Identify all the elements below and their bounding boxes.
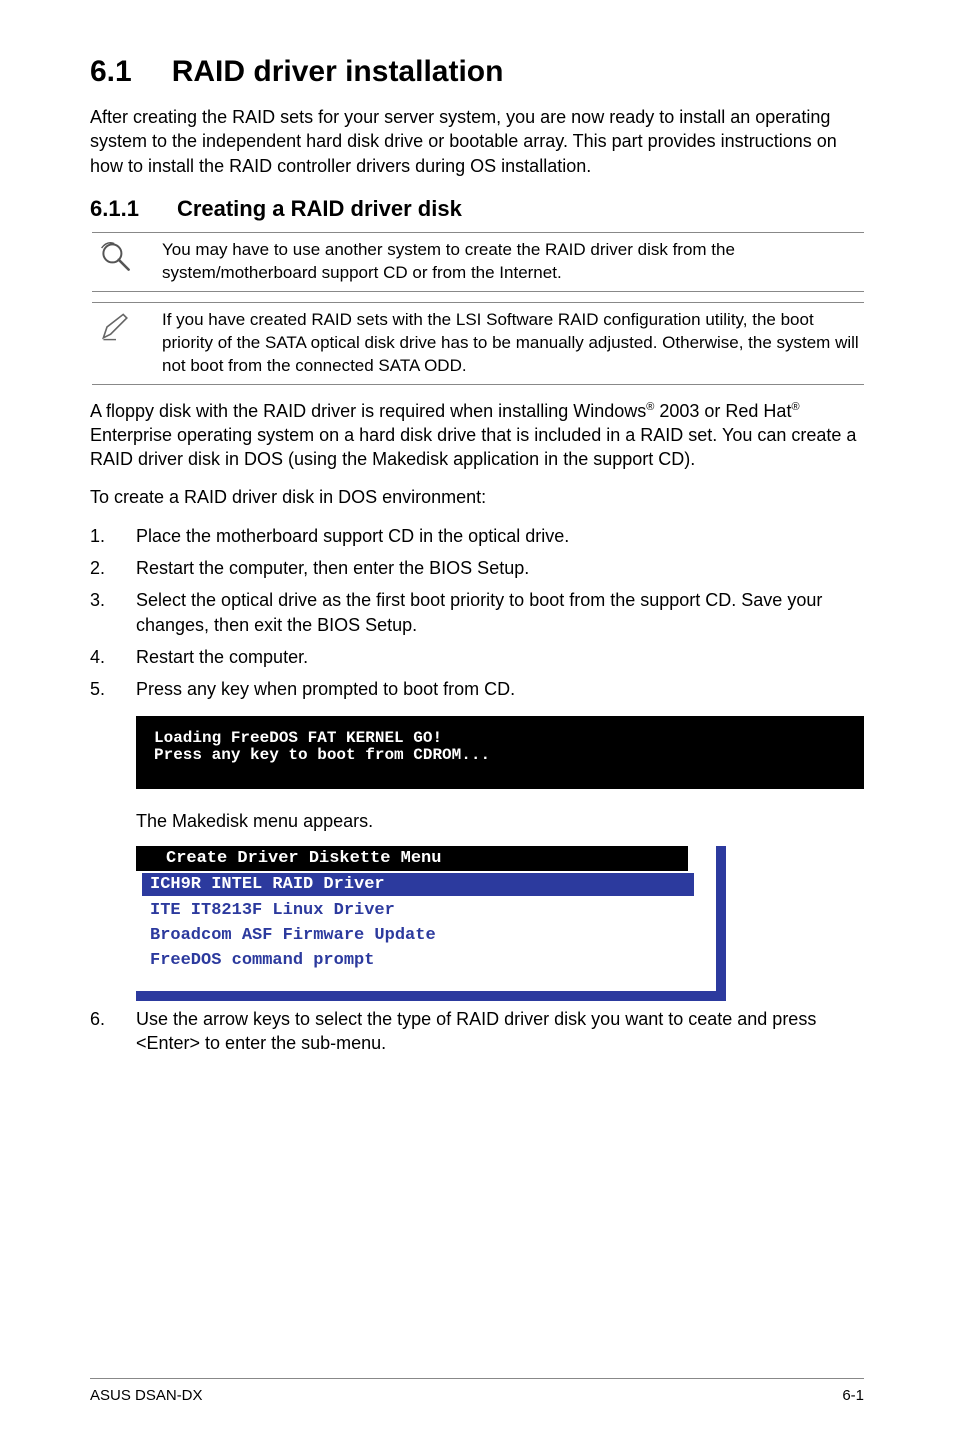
subsection-title: Creating a RAID driver disk bbox=[177, 196, 462, 221]
pen-icon bbox=[92, 309, 162, 350]
list-item: Use the arrow keys to select the type of… bbox=[90, 1007, 864, 1056]
magnifier-icon bbox=[92, 239, 162, 280]
note-box-info: You may have to use another system to cr… bbox=[92, 232, 864, 292]
note-text: You may have to use another system to cr… bbox=[162, 239, 864, 285]
steps-list: Place the motherboard support CD in the … bbox=[90, 524, 864, 702]
menu-item[interactable]: ITE IT8213F Linux Driver bbox=[142, 898, 710, 923]
list-item: Select the optical drive as the first bo… bbox=[90, 588, 864, 637]
subsection-number: 6.1.1 bbox=[90, 196, 139, 222]
section-number: 6.1 bbox=[90, 55, 132, 89]
section-title: RAID driver installation bbox=[172, 55, 504, 88]
terminal-line: Press any key to boot from CDROM... bbox=[154, 747, 846, 765]
note-text: If you have created RAID sets with the L… bbox=[162, 309, 864, 378]
list-item: Restart the computer. bbox=[90, 645, 864, 669]
list-item: Restart the computer, then enter the BIO… bbox=[90, 556, 864, 580]
subsection-heading: 6.1.1 Creating a RAID driver disk bbox=[90, 196, 864, 222]
body-paragraph-lead: To create a RAID driver disk in DOS envi… bbox=[90, 485, 864, 509]
menu-item-selected[interactable]: ICH9R INTEL RAID Driver bbox=[142, 873, 694, 896]
followup-text: The Makedisk menu appears. bbox=[136, 811, 864, 832]
menu-item[interactable]: FreeDOS command prompt bbox=[142, 948, 710, 973]
page-heading: 6.1 RAID driver installation bbox=[90, 55, 864, 89]
footer-right: 6-1 bbox=[842, 1387, 864, 1404]
footer-left: ASUS DSAN-DX bbox=[90, 1387, 203, 1404]
menu-inner: Create Driver Diskette Menu ICH9R INTEL … bbox=[136, 846, 716, 991]
menu-box: Create Driver Diskette Menu ICH9R INTEL … bbox=[136, 846, 726, 1001]
list-item: Place the motherboard support CD in the … bbox=[90, 524, 864, 548]
steps-list-continued: Use the arrow keys to select the type of… bbox=[90, 1007, 864, 1056]
menu-item[interactable]: Broadcom ASF Firmware Update bbox=[142, 923, 710, 948]
body-paragraph: A floppy disk with the RAID driver is re… bbox=[90, 399, 864, 472]
terminal-output: Loading FreeDOS FAT KERNEL GO! Press any… bbox=[136, 716, 864, 789]
page-footer: ASUS DSAN-DX 6-1 bbox=[90, 1378, 864, 1404]
menu-header: Create Driver Diskette Menu bbox=[136, 846, 688, 871]
terminal-line: Loading FreeDOS FAT KERNEL GO! bbox=[154, 730, 846, 748]
note-box-tip: If you have created RAID sets with the L… bbox=[92, 302, 864, 385]
intro-paragraph: After creating the RAID sets for your se… bbox=[90, 105, 864, 178]
list-item: Press any key when prompted to boot from… bbox=[90, 677, 864, 701]
